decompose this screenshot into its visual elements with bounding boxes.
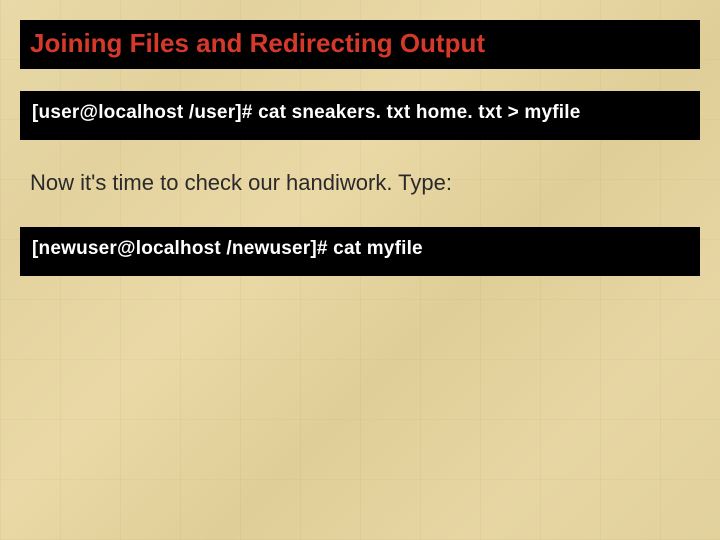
body-text-1-content: Now it's time to check our handiwork. Ty… (30, 170, 452, 195)
slide-title-bar: Joining Files and Redirecting Output (20, 20, 700, 69)
body-text-1: Now it's time to check our handiwork. Ty… (20, 168, 700, 198)
terminal-block-1: [user@localhost /user]# cat sneakers. tx… (20, 91, 700, 140)
terminal-command-2: cat myfile (333, 238, 423, 259)
slide-title: Joining Files and Redirecting Output (30, 28, 485, 58)
terminal-block-2: [newuser@localhost /newuser]# cat myfile (20, 227, 700, 276)
terminal-command-1: cat sneakers. txt home. txt > myfile (258, 102, 580, 123)
terminal-prompt-2: [newuser@localhost /newuser]# (32, 238, 328, 259)
terminal-prompt-1: [user@localhost /user]# (32, 102, 253, 123)
slide: Joining Files and Redirecting Output [us… (0, 0, 720, 540)
